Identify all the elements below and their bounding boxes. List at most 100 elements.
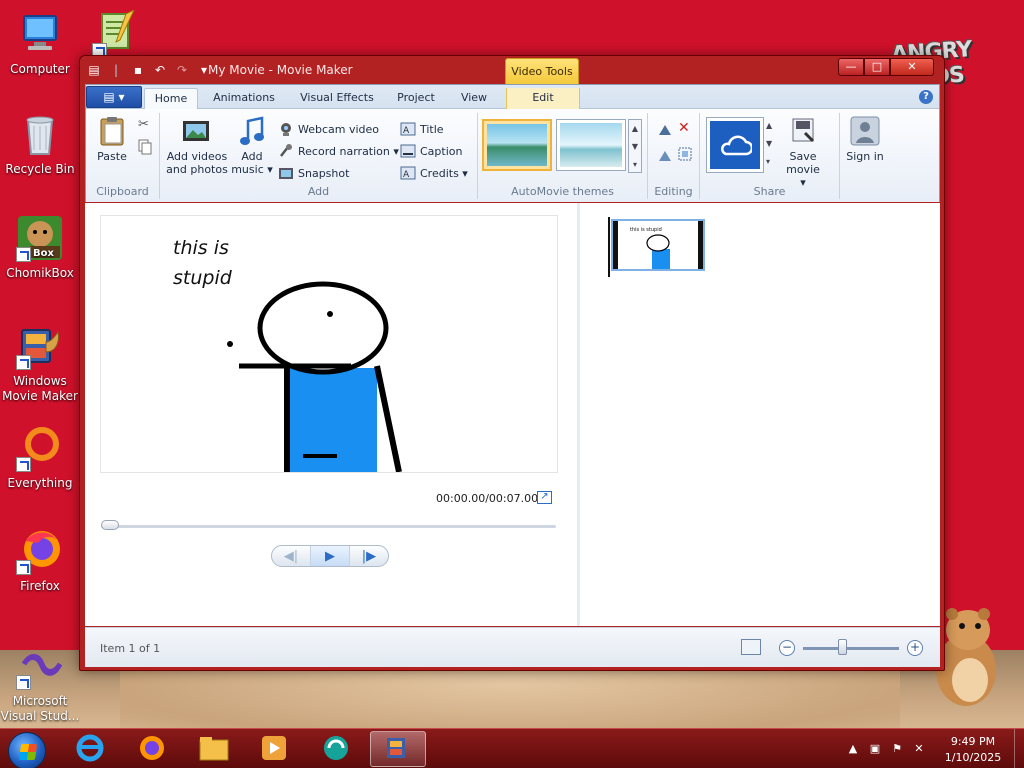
action-center-flag-icon[interactable]: ⚑ (890, 742, 904, 756)
record-narration-button[interactable]: Record narration ▾ (278, 141, 399, 161)
snapshot-button[interactable]: Snapshot (278, 163, 349, 183)
ribbon: ▤ ▾ Home Animations Visual Effects Proje… (85, 84, 940, 202)
tab-view[interactable]: View (450, 88, 498, 109)
shortcut-arrow-icon (16, 457, 31, 472)
chomikbox-icon: Box (16, 214, 64, 262)
play-button[interactable]: ▶ (311, 546, 350, 566)
next-frame-button[interactable]: |▶ (350, 546, 388, 566)
group-label: AutoMovie themes (511, 185, 614, 198)
divider: | (113, 63, 119, 77)
taskbar-movie-maker[interactable] (370, 731, 426, 767)
close-button[interactable]: ✕ (890, 58, 934, 76)
tab-visual-effects[interactable]: Visual Effects (294, 88, 380, 109)
previous-frame-button[interactable]: ◀| (272, 546, 311, 566)
onedrive-share-button[interactable] (706, 117, 764, 173)
title-bar[interactable]: ▤ | ▪ ↶ ↷ ▾ My Movie - Movie Maker Video… (80, 56, 944, 84)
desktop-icon-label: Windows Movie Maker (2, 374, 78, 403)
taskbar-file-explorer[interactable] (186, 731, 242, 767)
credits-button[interactable]: A Credits ▾ (400, 163, 468, 183)
tab-home[interactable]: Home (144, 88, 198, 109)
taskbar-internet-explorer[interactable] (62, 731, 118, 767)
paste-button[interactable]: Paste (92, 115, 132, 163)
network-icon[interactable]: ▣ (868, 742, 882, 756)
taskbar-firefox[interactable] (124, 731, 180, 767)
taskbar-teal-app[interactable] (308, 731, 364, 767)
maximize-button[interactable]: □ (864, 58, 890, 76)
sign-in-button[interactable]: Sign in (844, 115, 886, 163)
svg-text:A: A (403, 170, 410, 180)
desktop-icon-label: ChomikBox (6, 266, 74, 280)
teal-app-icon (321, 733, 351, 766)
seek-track[interactable] (101, 525, 556, 528)
tab-project[interactable]: Project (386, 88, 446, 109)
microphone-icon (278, 143, 294, 159)
zoom-out-button[interactable]: − (779, 640, 795, 656)
shortcut-arrow-icon (16, 675, 31, 690)
timecode: 00:00.00/00:07.00 (436, 492, 539, 505)
fullscreen-preview-icon[interactable]: ↗ (537, 491, 552, 504)
save-icon[interactable]: ▪ (130, 62, 146, 78)
everything-icon (16, 424, 64, 472)
thumbnail-size-icon[interactable] (741, 639, 761, 655)
user-icon (849, 115, 881, 147)
undo-icon[interactable]: ↶ (152, 62, 168, 78)
app-icon[interactable]: ▤ (86, 62, 102, 78)
desktop-icon-computer[interactable]: Computer (0, 10, 80, 77)
clip-thumbnail: this is stupid (630, 227, 670, 269)
snapshot-icon (278, 165, 294, 181)
taskbar-media-player[interactable] (246, 731, 302, 767)
save-movie-button[interactable]: Save movie ▾ (782, 115, 824, 189)
playhead-marker[interactable] (608, 217, 610, 277)
movie-maker-icon (16, 322, 64, 370)
themes-scroll-control[interactable]: ▲ ▼ ▾ (628, 119, 642, 173)
system-clock[interactable]: 9:49 PM 1/10/2025 (938, 734, 1008, 766)
desktop-icon-everything[interactable]: Everything (0, 424, 80, 491)
desktop-icon-chomikbox[interactable]: Box ChomikBox (0, 214, 80, 281)
zoom-slider-track[interactable] (803, 647, 899, 650)
seek-thumb[interactable] (101, 520, 119, 530)
rotate-right-icon[interactable] (658, 149, 672, 163)
add-music-button[interactable]: Add music ▾ (230, 115, 274, 176)
theme-default-selected[interactable] (482, 119, 552, 171)
movie-maker-icon (383, 733, 413, 766)
volume-muted-icon[interactable]: ✕ (912, 742, 926, 756)
caption-button[interactable]: Caption (400, 141, 462, 161)
pane-splitter[interactable] (577, 203, 580, 626)
clock-date: 1/10/2025 (944, 751, 1002, 764)
firefox-icon (137, 733, 167, 766)
add-videos-button[interactable]: Add videos and photos (166, 115, 228, 176)
group-label: Editing (654, 185, 693, 198)
shortcut-arrow-icon (16, 355, 31, 370)
computer-icon (16, 10, 64, 58)
desktop-icon-label: Firefox (20, 579, 60, 593)
show-desktop-button[interactable] (1014, 729, 1024, 768)
desktop-icon-movie-maker[interactable]: Windows Movie Maker (0, 322, 80, 404)
webcam-icon (278, 121, 294, 137)
file-explorer-icon (198, 734, 230, 765)
desktop-icon-recycle-bin[interactable]: Recycle Bin (0, 110, 80, 177)
minimize-button[interactable]: — (838, 58, 864, 76)
tab-animations[interactable]: Animations (206, 88, 282, 109)
select-all-icon[interactable] (678, 147, 692, 161)
start-button[interactable] (8, 732, 46, 768)
redo-icon[interactable]: ↷ (174, 62, 190, 78)
tab-edit[interactable]: Edit (506, 88, 580, 109)
copy-icon[interactable] (138, 139, 152, 155)
theme-contemporary[interactable] (556, 119, 626, 171)
show-hidden-icons[interactable]: ▲ (846, 742, 860, 756)
webcam-video-button[interactable]: Webcam video (278, 119, 379, 139)
zoom-in-button[interactable]: + (907, 640, 923, 656)
cut-icon[interactable]: ✂ (138, 117, 152, 133)
storyboard-clip[interactable]: this is stupid (611, 219, 705, 271)
preview-monitor[interactable]: this is stupid (100, 215, 558, 473)
desktop-icon-firefox[interactable]: Firefox (0, 527, 80, 594)
share-scroll-control[interactable]: ▲ ▼ ▾ (766, 117, 776, 173)
group-label: Add (307, 185, 330, 198)
title-button[interactable]: A Title (400, 119, 444, 139)
remove-icon[interactable]: ✕ (678, 121, 692, 135)
zoom-slider-thumb[interactable] (837, 639, 847, 655)
file-menu-button[interactable]: ▤ ▾ (86, 86, 142, 108)
rotate-left-icon[interactable] (658, 123, 672, 137)
help-icon[interactable]: ? (919, 90, 933, 104)
desktop-icon-visual-studio[interactable]: Microsoft Visual Stud... (0, 642, 80, 724)
